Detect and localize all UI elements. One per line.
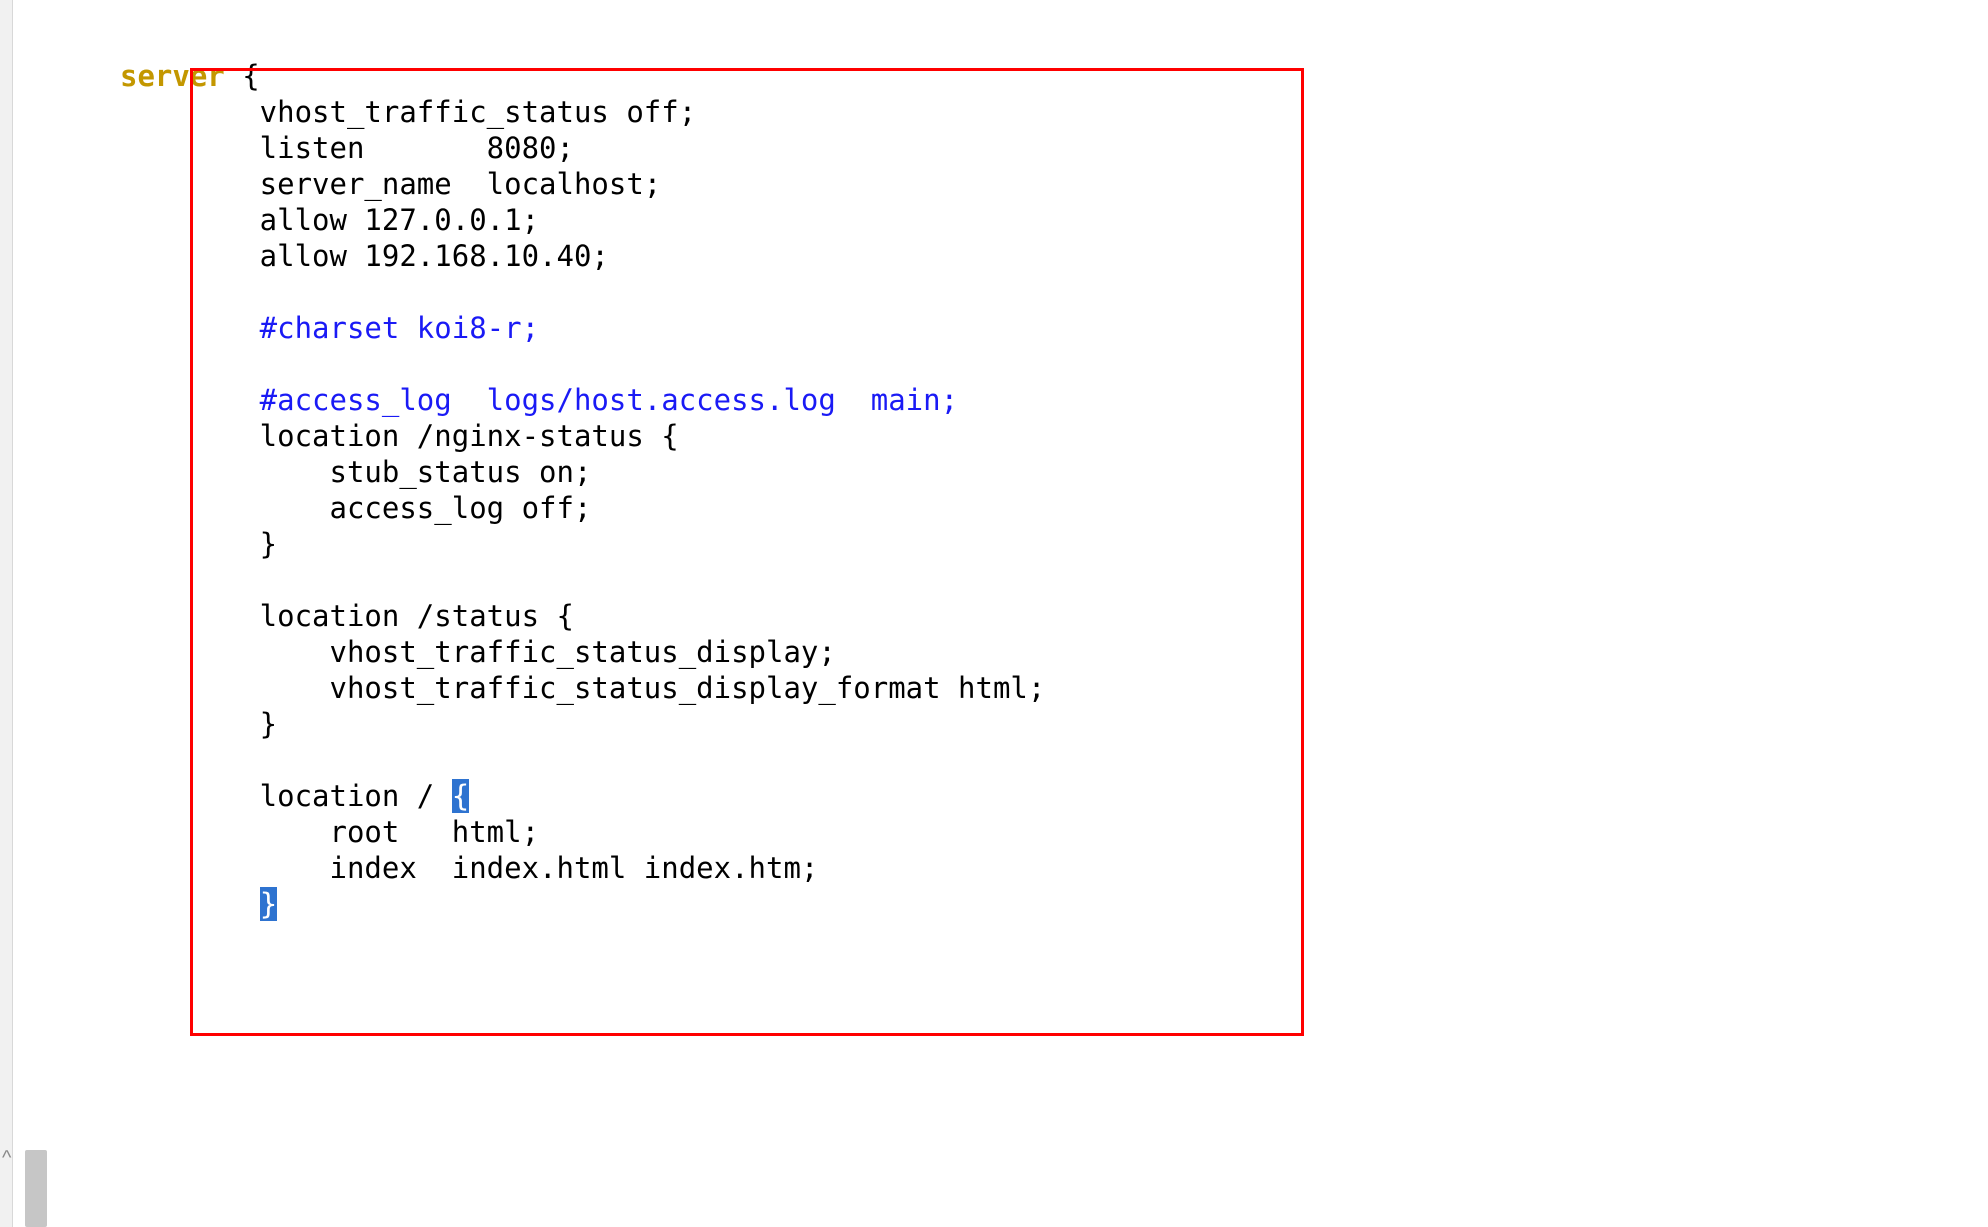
code-line: allow 127.0.0.1; bbox=[120, 203, 539, 237]
code-line: vhost_traffic_status_display; bbox=[120, 635, 836, 669]
code-line: listen 8080; bbox=[120, 131, 574, 165]
vertical-scrollbar-thumb[interactable] bbox=[25, 1150, 47, 1227]
code-line: server_name localhost; bbox=[120, 167, 661, 201]
editor-viewport: ^ server { vhost_traffic_status off; lis… bbox=[0, 0, 1988, 1227]
code-comment-line: #charset koi8-r; bbox=[120, 311, 539, 345]
code-line: vhost_traffic_status_display_format html… bbox=[120, 671, 1045, 705]
code-text bbox=[120, 887, 260, 921]
code-line: index index.html index.htm; bbox=[120, 851, 818, 885]
code-line: access_log off; bbox=[120, 491, 591, 525]
brace-match-highlight: { bbox=[452, 779, 469, 813]
gutter-caret-mark: ^ bbox=[2, 1140, 11, 1176]
code-line: } bbox=[120, 707, 277, 741]
code-line: location / { bbox=[120, 779, 469, 813]
code-line: } bbox=[120, 887, 277, 921]
code-line: root html; bbox=[120, 815, 539, 849]
keyword-server: server bbox=[120, 59, 225, 93]
code-line: } bbox=[120, 527, 277, 561]
code-line: stub_status on; bbox=[120, 455, 591, 489]
line-number-gutter bbox=[0, 0, 13, 1227]
code-area[interactable]: server { vhost_traffic_status off; liste… bbox=[120, 22, 1045, 922]
code-line: location /nginx-status { bbox=[120, 419, 679, 453]
code-line: vhost_traffic_status off; bbox=[120, 95, 696, 129]
code-line: location /status { bbox=[120, 599, 574, 633]
code-text: location / bbox=[120, 779, 452, 813]
code-line: allow 192.168.10.40; bbox=[120, 239, 609, 273]
brace-open: { bbox=[225, 59, 260, 93]
cursor-on-brace: } bbox=[260, 887, 277, 921]
code-comment-line: #access_log logs/host.access.log main; bbox=[120, 383, 958, 417]
code-line: server { bbox=[120, 59, 260, 93]
